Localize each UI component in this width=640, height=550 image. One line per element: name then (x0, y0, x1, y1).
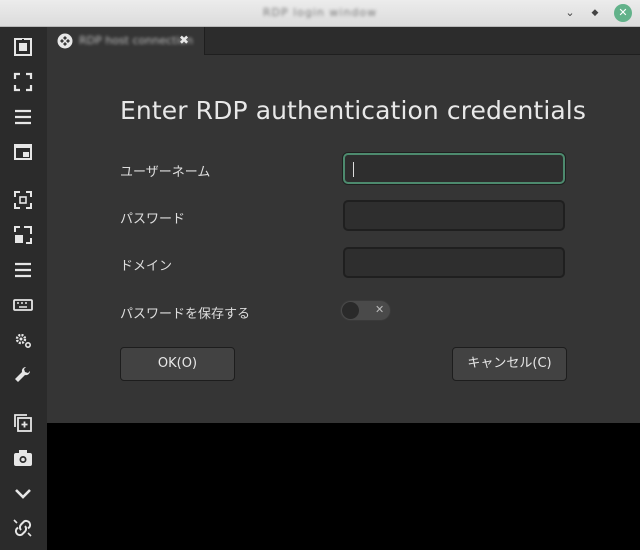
window-titlebar: RDP login window ⌄ ◆ ✕ (0, 0, 640, 27)
close-window-button[interactable]: ✕ (614, 4, 632, 22)
tools-icon[interactable] (11, 363, 35, 387)
credentials-panel: Enter RDP authentication credentials ユーザ… (47, 55, 640, 423)
username-field[interactable] (343, 153, 565, 184)
scale-icon[interactable] (11, 223, 35, 247)
username-label: ユーザーネーム (120, 165, 211, 180)
toggle-off-icon: ✕ (375, 303, 385, 316)
fit-window-icon[interactable] (11, 188, 35, 212)
screenshot-icon[interactable] (11, 446, 35, 470)
dialog-heading: Enter RDP authentication credentials (120, 96, 586, 125)
password-field[interactable] (343, 200, 565, 231)
tab-close-icon[interactable]: ✖ (179, 33, 189, 47)
fullscreen-icon[interactable] (11, 70, 35, 94)
list-icon[interactable] (11, 258, 35, 282)
cancel-button[interactable]: キャンセル(C) (452, 347, 567, 381)
connection-icon[interactable] (11, 35, 35, 59)
toggle-knob (342, 302, 359, 319)
domain-label: ドメイン (120, 259, 173, 274)
disconnect-icon[interactable] (11, 516, 35, 540)
maximize-button[interactable]: ◆ (586, 4, 604, 22)
window-title: RDP login window (262, 6, 378, 19)
ok-button[interactable]: OK(O) (120, 347, 235, 381)
save-password-label: パスワードを保存する (120, 307, 251, 322)
menu-icon[interactable] (11, 105, 35, 129)
tab-connection[interactable]: RDP host connection ✖ (47, 27, 205, 55)
keyboard-icon[interactable] (11, 293, 35, 317)
text-caret (353, 162, 354, 177)
minimize-button[interactable]: ⌄ (561, 4, 579, 22)
chevron-down-icon[interactable] (11, 481, 35, 505)
preferences-icon[interactable] (11, 328, 35, 352)
connection-tab-icon (57, 33, 73, 49)
window-icon[interactable] (11, 140, 35, 164)
domain-field[interactable] (343, 247, 565, 278)
password-label: パスワード (120, 212, 186, 227)
toolbar-sidebar (0, 27, 47, 550)
duplicate-icon[interactable] (11, 411, 35, 435)
tab-title: RDP host connection (79, 34, 194, 47)
tab-strip: RDP host connection ✖ (47, 27, 640, 55)
remote-display-area (47, 423, 640, 550)
save-password-toggle[interactable]: ✕ (340, 300, 391, 321)
